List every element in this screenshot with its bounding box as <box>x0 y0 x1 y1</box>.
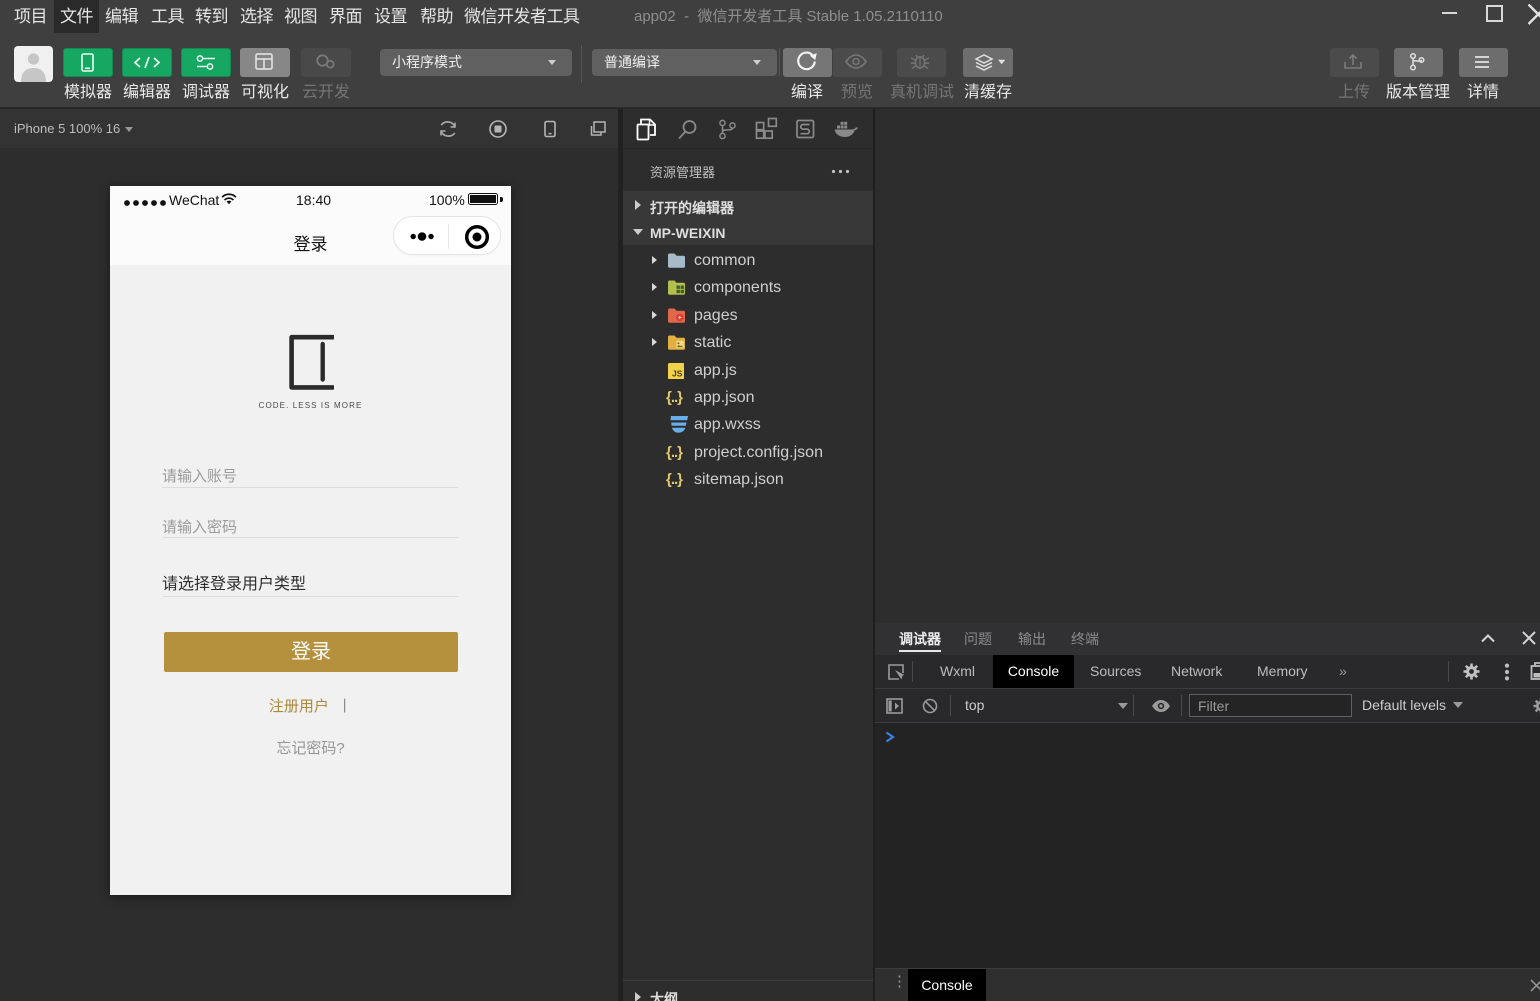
svg-text:JS: JS <box>672 369 683 379</box>
